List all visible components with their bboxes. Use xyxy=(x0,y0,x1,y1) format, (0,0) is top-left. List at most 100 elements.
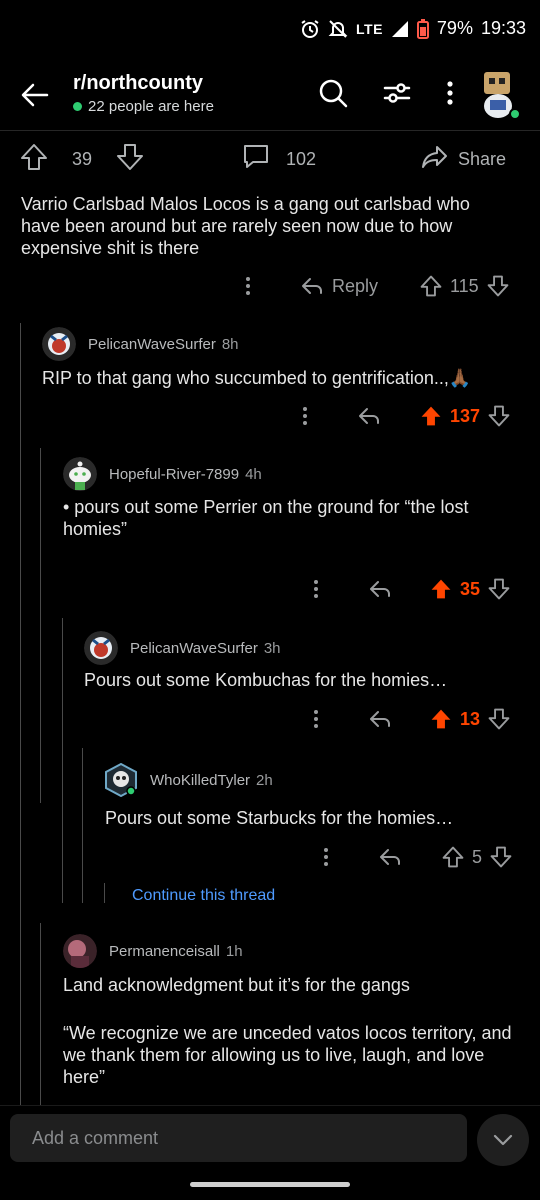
avatar[interactable] xyxy=(63,934,97,968)
downvote-icon[interactable] xyxy=(488,578,510,600)
share-label: Share xyxy=(458,149,507,169)
comment-age: 4h xyxy=(245,465,262,483)
downvote-icon[interactable] xyxy=(487,275,509,297)
reply-icon[interactable] xyxy=(368,709,392,729)
thread-line xyxy=(82,748,83,903)
comment-body: RIP to that gang who succumbed to gentri… xyxy=(42,368,472,388)
comment-actions: 137 xyxy=(0,401,540,431)
reply-label: Reply xyxy=(332,275,379,296)
downvote-icon[interactable] xyxy=(490,846,512,868)
post-action-bar: 39 102 Share xyxy=(0,131,540,183)
comment-author[interactable]: Hopeful-River-7899 xyxy=(109,466,239,483)
mute-icon xyxy=(328,19,348,39)
comment-author[interactable]: PelicanWaveSurfer xyxy=(88,336,216,353)
sort-filter-icon[interactable] xyxy=(382,78,412,113)
avatar[interactable] xyxy=(84,631,118,665)
comment-score: 137 xyxy=(450,405,481,426)
downvote-icon[interactable] xyxy=(116,143,144,176)
post-vote-group: 39 xyxy=(20,143,144,176)
comment-icon xyxy=(242,143,270,176)
add-comment-input[interactable]: Add a comment xyxy=(10,1114,467,1162)
comment-age: 1h xyxy=(225,942,243,960)
chevron-down-icon xyxy=(493,1134,513,1146)
comment-body: Pours out some Kombuchas for the homies… xyxy=(84,670,448,690)
upvote-icon[interactable] xyxy=(442,846,464,868)
more-options-icon[interactable] xyxy=(308,578,324,600)
reply-icon[interactable] xyxy=(357,406,381,426)
more-options-icon[interactable] xyxy=(318,846,334,868)
avatar[interactable] xyxy=(104,763,138,797)
vote-group: 137 xyxy=(420,405,510,427)
signal-icon xyxy=(391,20,409,38)
subreddit-name[interactable]: r/northcounty xyxy=(73,72,214,95)
battery-icon xyxy=(416,18,429,39)
online-count: 22 people are here xyxy=(73,98,214,115)
thread-line xyxy=(40,448,41,803)
comment-actions: Reply 115 xyxy=(0,271,540,301)
vote-group: 115 xyxy=(420,275,509,297)
comment-actions: 35 xyxy=(0,574,540,604)
upvote-icon[interactable] xyxy=(20,143,48,176)
home-indicator[interactable] xyxy=(190,1182,350,1187)
comment-score: 13 xyxy=(460,708,481,729)
downvote-icon[interactable] xyxy=(488,708,510,730)
app-header: r/northcounty 22 people are here xyxy=(0,60,540,130)
comment-thread: Varrio Carlsbad Malos Locos is a gang ou… xyxy=(0,183,540,1113)
downvote-icon[interactable] xyxy=(488,405,510,427)
comment-author[interactable]: PelicanWaveSurfer xyxy=(130,640,258,657)
comment-header: PelicanWaveSurfer 8h xyxy=(42,327,239,361)
comment-author[interactable]: WhoKilledTyler xyxy=(150,772,250,789)
thread-line xyxy=(40,923,41,1113)
share-icon xyxy=(420,143,448,176)
comment-author[interactable]: Permanenceisall xyxy=(109,943,220,960)
alarm-icon xyxy=(300,19,320,39)
comment-body-line-2: “We recognize we are unceded vatos locos… xyxy=(63,1023,512,1087)
more-options-icon[interactable] xyxy=(308,708,324,730)
avatar[interactable] xyxy=(42,327,76,361)
comment-body-line-1: Land acknowledgment but it’s for the gan… xyxy=(63,975,410,995)
status-bar: LTE 79% 19:33 xyxy=(0,0,540,60)
vote-group: 5 xyxy=(442,846,512,868)
bottom-bar: Add a comment xyxy=(0,1105,540,1200)
post-score: 39 xyxy=(72,149,93,169)
online-dot-icon xyxy=(73,102,82,111)
avatar[interactable] xyxy=(63,457,97,491)
comment-header: Permanenceisall 1h xyxy=(63,934,243,968)
back-arrow-icon[interactable] xyxy=(20,80,50,115)
clock: 19:33 xyxy=(480,18,526,38)
comment-actions: 13 xyxy=(0,704,540,734)
comment-age: 2h xyxy=(256,771,273,789)
reply-icon[interactable] xyxy=(368,579,392,599)
comment-actions: 5 xyxy=(0,842,540,872)
search-icon[interactable] xyxy=(318,78,348,113)
collapse-button[interactable] xyxy=(477,1114,529,1166)
upvote-icon[interactable] xyxy=(420,275,442,297)
network-type: LTE xyxy=(356,20,383,37)
comment-score: 5 xyxy=(472,846,483,867)
vote-group: 13 xyxy=(430,708,510,730)
comment-header: Hopeful-River-7899 4h xyxy=(63,457,262,491)
online-count-label: 22 people are here xyxy=(88,98,214,115)
upvote-icon[interactable] xyxy=(430,708,452,730)
upvote-icon[interactable] xyxy=(420,405,442,427)
more-options-icon[interactable] xyxy=(240,275,256,297)
reply-button[interactable]: Reply xyxy=(300,276,378,297)
vote-group: 35 xyxy=(430,578,510,600)
more-options-icon[interactable] xyxy=(297,405,313,427)
comment-header: PelicanWaveSurfer 3h xyxy=(84,631,281,665)
more-options-icon[interactable] xyxy=(440,78,460,113)
continue-thread-link[interactable]: Continue this thread xyxy=(132,887,275,905)
subreddit-title-block[interactable]: r/northcounty 22 people are here xyxy=(73,72,214,115)
comment-count: 102 xyxy=(286,149,317,169)
comment-header: WhoKilledTyler 2h xyxy=(104,763,273,797)
share-button[interactable]: Share xyxy=(420,143,506,176)
comments-button[interactable]: 102 xyxy=(242,143,316,176)
reply-icon xyxy=(302,278,322,294)
thread-line xyxy=(104,883,105,903)
comment-score: 115 xyxy=(450,275,479,296)
user-avatar[interactable] xyxy=(474,68,522,122)
reply-icon[interactable] xyxy=(378,847,402,867)
upvote-icon[interactable] xyxy=(430,578,452,600)
comment-body: Pours out some Starbucks for the homies… xyxy=(105,808,454,828)
comment-body: Varrio Carlsbad Malos Locos is a gang ou… xyxy=(21,194,470,258)
